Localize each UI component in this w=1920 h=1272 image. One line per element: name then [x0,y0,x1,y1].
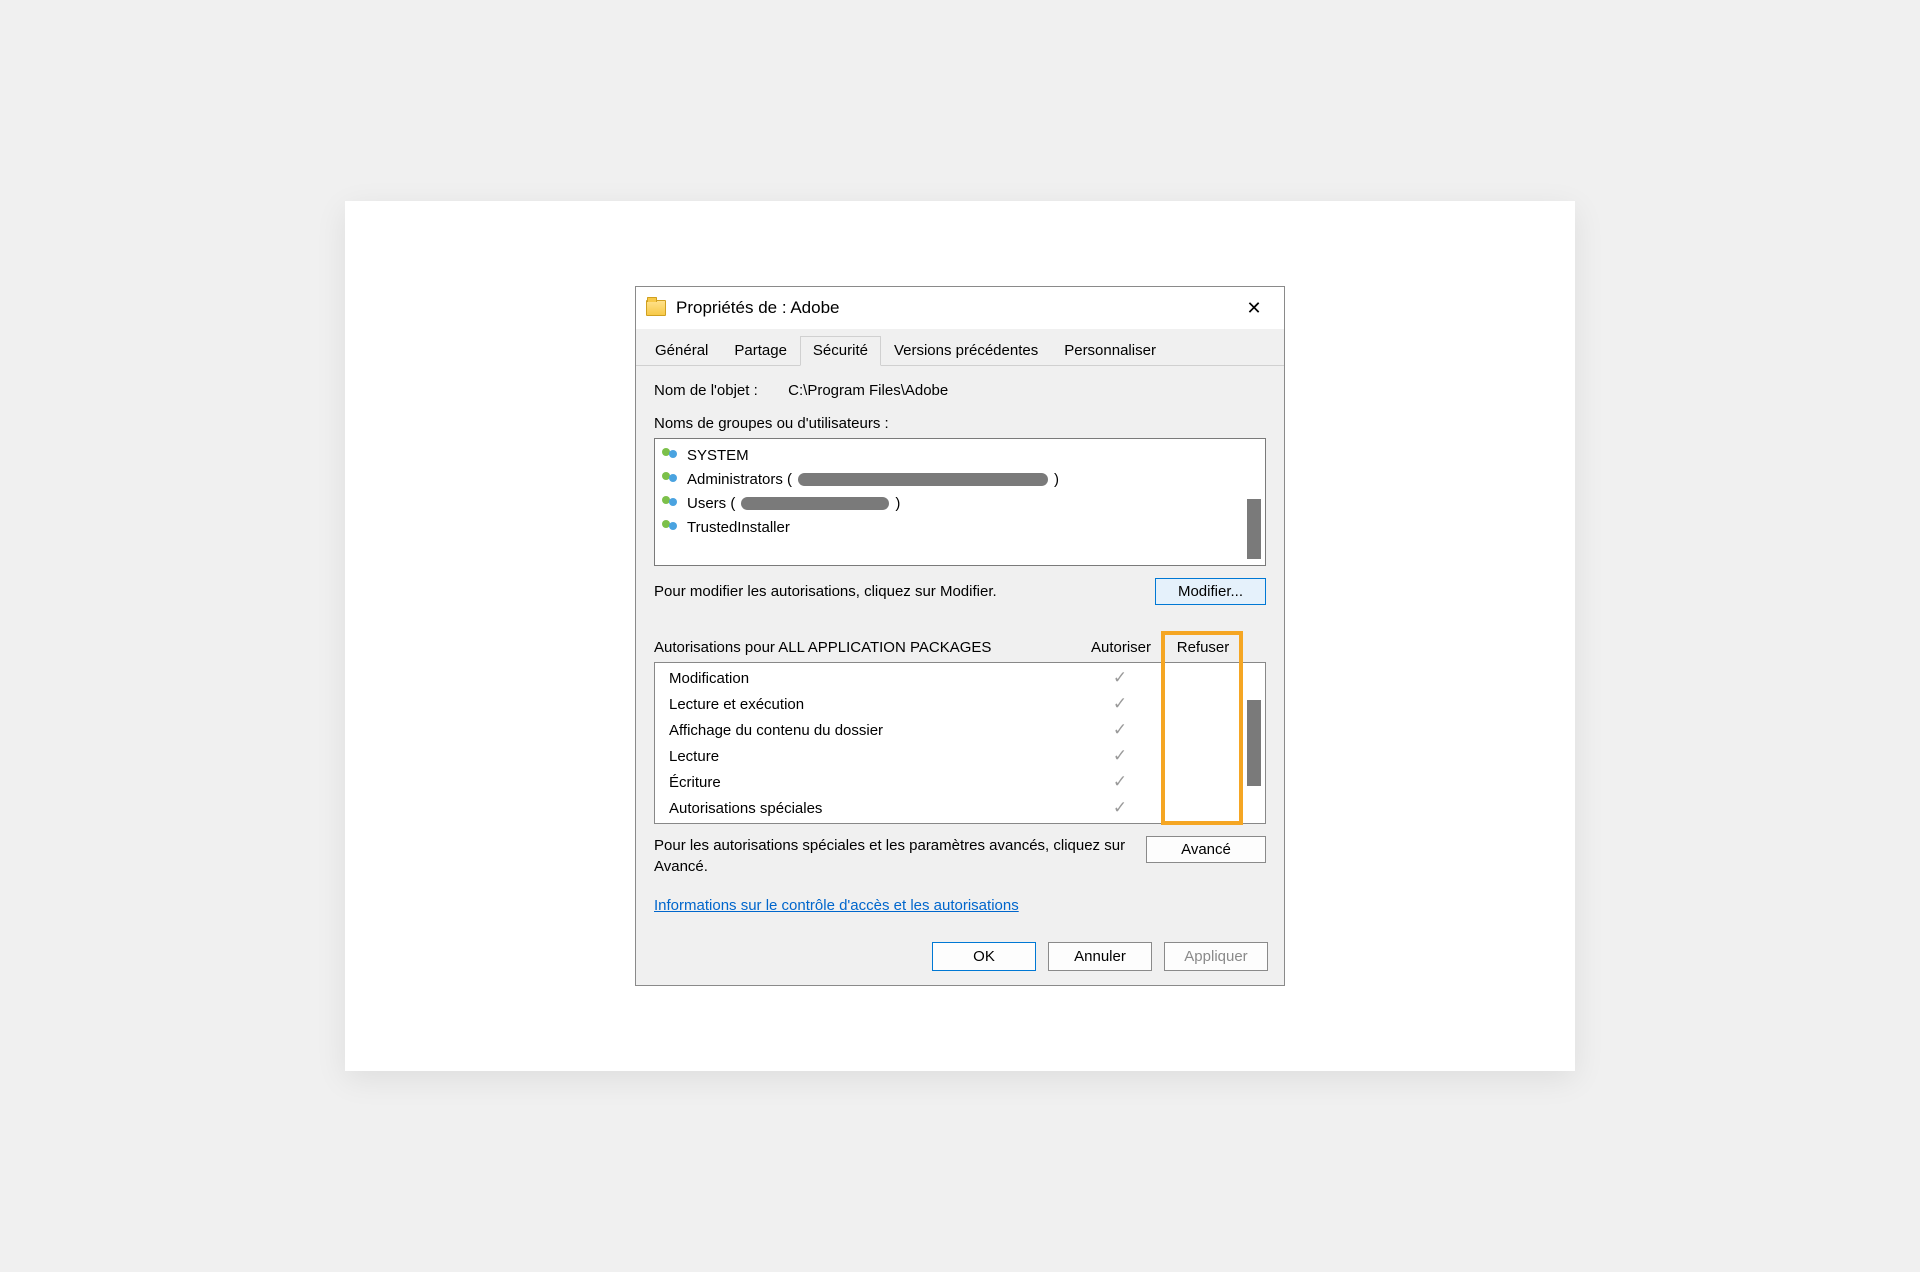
allow-check-icon: ✓ [1079,694,1161,714]
apply-button[interactable]: Appliquer [1164,942,1268,971]
principal-name: Users ( [687,495,735,512]
tabs-row: Général Partage Sécurité Versions précéd… [636,329,1284,366]
tab-share[interactable]: Partage [721,336,800,366]
page-card: Propriétés de : Adobe ✕ Général Partage … [345,201,1575,1071]
permissions-header: Autorisations pour ALL APPLICATION PACKA… [654,639,1266,656]
group-icon [661,495,681,511]
allow-check-icon: ✓ [1079,798,1161,818]
perm-row[interactable]: Autorisations spéciales ✓ [655,795,1243,821]
modify-prompt: Pour modifier les autorisations, cliquez… [654,583,997,600]
perm-row[interactable]: Modification ✓ [655,665,1243,691]
permissions-listbox[interactable]: Modification ✓ Lecture et exécution ✓ Af… [654,662,1266,824]
principal-trustedinstaller[interactable]: TrustedInstaller [661,515,1237,539]
group-icon [661,447,681,463]
properties-dialog: Propriétés de : Adobe ✕ Général Partage … [635,286,1285,986]
ok-button[interactable]: OK [932,942,1036,971]
window-title: Propriétés de : Adobe [676,298,1234,318]
group-icon [661,519,681,535]
cancel-button[interactable]: Annuler [1048,942,1152,971]
allow-check-icon: ✓ [1079,746,1161,766]
principals-list: SYSTEM Administrators ( ) Users ( ) [655,439,1243,565]
perm-name: Autorisations spéciales [655,800,1079,817]
perm-row[interactable]: Lecture ✓ [655,743,1243,769]
close-button[interactable]: ✕ [1234,293,1274,323]
modify-row: Pour modifier les autorisations, cliquez… [654,578,1266,605]
principal-suffix: ) [1054,471,1059,488]
help-link[interactable]: Informations sur le contrôle d'accès et … [654,897,1019,914]
column-allow: Autoriser [1080,639,1162,656]
object-path: C:\Program Files\Adobe [788,382,948,399]
permissions-list: Modification ✓ Lecture et exécution ✓ Af… [655,663,1243,823]
allow-check-icon: ✓ [1079,720,1161,740]
principal-name: SYSTEM [687,447,749,464]
tab-security[interactable]: Sécurité [800,336,881,366]
principal-users[interactable]: Users ( ) [661,491,1237,515]
principal-name: TrustedInstaller [687,519,790,536]
principal-administrators[interactable]: Administrators ( ) [661,467,1237,491]
close-icon: ✕ [1246,298,1261,319]
principals-listbox[interactable]: SYSTEM Administrators ( ) Users ( ) [654,438,1266,566]
tab-customize[interactable]: Personnaliser [1051,336,1169,366]
perm-row[interactable]: Lecture et exécution ✓ [655,691,1243,717]
principal-system[interactable]: SYSTEM [661,443,1237,467]
scrollbar-thumb[interactable] [1247,700,1261,786]
perm-row[interactable]: Écriture ✓ [655,769,1243,795]
perm-name: Modification [655,670,1079,687]
perm-name: Écriture [655,774,1079,791]
object-name-label: Nom de l'objet : [654,382,784,399]
allow-check-icon: ✓ [1079,772,1161,792]
scrollbar-thumb[interactable] [1247,499,1261,559]
tab-general[interactable]: Général [642,336,721,366]
perm-name: Lecture et exécution [655,696,1079,713]
principal-name: Administrators ( [687,471,792,488]
permissions-title: Autorisations pour ALL APPLICATION PACKA… [654,639,1080,656]
object-name-row: Nom de l'objet : C:\Program Files\Adobe [654,382,1266,399]
scrollbar[interactable] [1243,439,1265,565]
perm-name: Affichage du contenu du dossier [655,722,1079,739]
perm-name: Lecture [655,748,1079,765]
principal-suffix: ) [895,495,900,512]
groups-label: Noms de groupes ou d'utilisateurs : [654,415,1266,432]
dialog-footer: OK Annuler Appliquer [636,928,1284,985]
tab-previous-versions[interactable]: Versions précédentes [881,336,1051,366]
allow-check-icon: ✓ [1079,668,1161,688]
titlebar: Propriétés de : Adobe ✕ [636,287,1284,329]
advanced-button[interactable]: Avancé [1146,836,1266,863]
redacted-text [798,473,1048,486]
group-icon [661,471,681,487]
scrollbar[interactable] [1243,663,1265,823]
redacted-text [741,497,889,510]
advanced-row: Pour les autorisations spéciales et les … [654,836,1266,877]
advanced-prompt: Pour les autorisations spéciales et les … [654,836,1130,877]
column-deny: Refuser [1162,639,1244,656]
modify-button[interactable]: Modifier... [1155,578,1266,605]
content-area: Nom de l'objet : C:\Program Files\Adobe … [636,366,1284,928]
folder-icon [646,300,666,316]
perm-row[interactable]: Affichage du contenu du dossier ✓ [655,717,1243,743]
